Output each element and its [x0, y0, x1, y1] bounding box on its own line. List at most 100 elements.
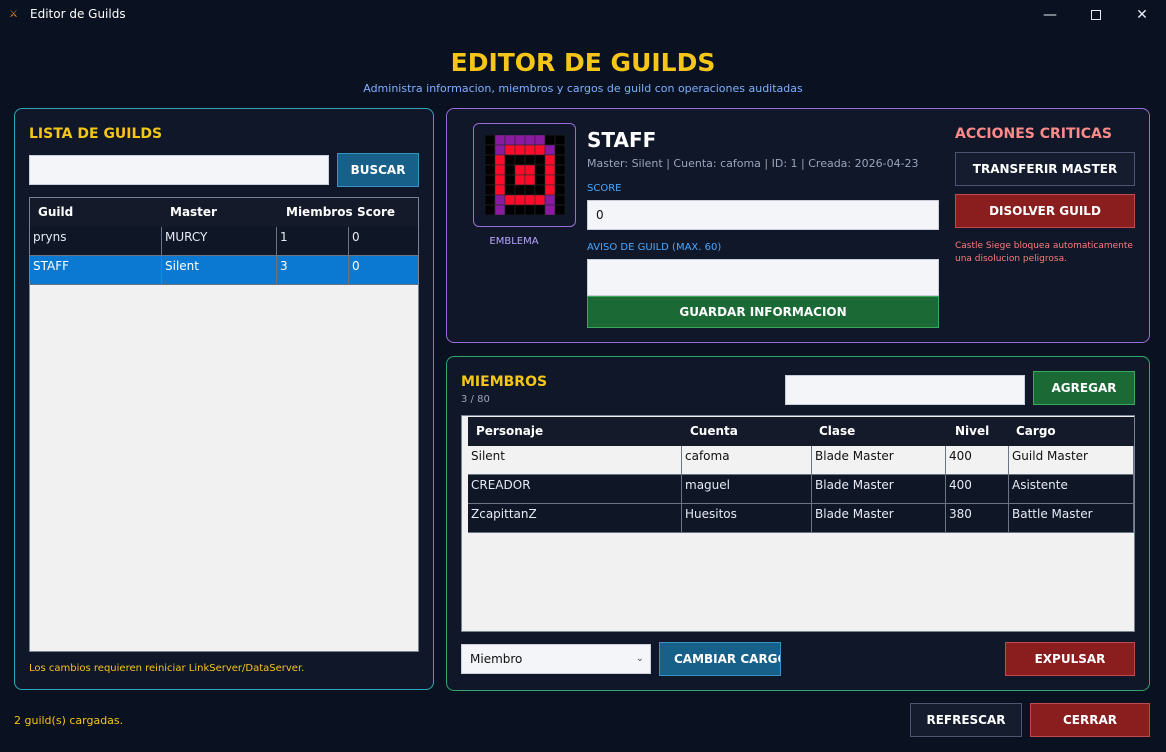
table-row-selected[interactable]: STAFF: [30, 256, 162, 285]
emblem-pixel: [534, 144, 546, 156]
search-button[interactable]: BUSCAR: [337, 153, 419, 187]
table-cell[interactable]: MURCY: [162, 227, 277, 256]
emblem-pixel: [554, 144, 565, 156]
emblem-pixel: [534, 184, 546, 196]
table-cell[interactable]: cafoma: [682, 446, 812, 475]
emblem-pixel: [485, 204, 496, 215]
emblem-pixel: [494, 135, 506, 146]
table-cell[interactable]: 400: [946, 446, 1009, 475]
score-input[interactable]: 0: [587, 200, 939, 230]
emblem-pixel: [544, 164, 556, 176]
table-cell[interactable]: 1: [277, 227, 349, 256]
transfer-master-button[interactable]: TRANSFERIR MASTER: [955, 152, 1135, 186]
emblem-pixel: [514, 135, 526, 146]
member-row[interactable]: CREADOR: [468, 475, 682, 504]
table-cell[interactable]: Asistente: [1009, 475, 1134, 504]
member-row[interactable]: Silent: [468, 446, 682, 475]
column-header-clase[interactable]: Clase: [819, 417, 856, 446]
members-table[interactable]: Personaje Cuenta Clase Nivel Cargo Silen…: [461, 415, 1135, 632]
refresh-button[interactable]: REFRESCAR: [910, 703, 1022, 737]
emblem-pixel: [514, 144, 526, 156]
app-icon: ⚔: [9, 9, 18, 20]
emblem-pixel: [504, 154, 516, 166]
emblem-pixel: [534, 154, 546, 166]
chevron-down-icon: ⌄: [635, 653, 644, 664]
emblem-pixel: [554, 194, 565, 206]
column-header-score[interactable]: Score: [357, 198, 396, 227]
table-cell[interactable]: Battle Master: [1009, 504, 1134, 533]
emblem-pixel: [485, 135, 496, 146]
column-header-master[interactable]: Master: [170, 198, 217, 227]
guild-table[interactable]: Guild Master Miembros Score pryns MURCY …: [29, 197, 419, 652]
role-select-value: Miembro: [470, 652, 523, 666]
close-window-button[interactable]: ✕: [1119, 0, 1165, 30]
table-cell[interactable]: 0: [349, 256, 418, 285]
column-header-miembros[interactable]: Miembros: [286, 198, 353, 227]
expel-button[interactable]: EXPULSAR: [1005, 642, 1135, 676]
maximize-button[interactable]: [1073, 0, 1119, 30]
member-row[interactable]: ZcapittanZ: [468, 504, 682, 533]
emblem-pixel: [554, 174, 565, 186]
guild-list-title: LISTA DE GUILDS: [29, 126, 163, 142]
emblem-pixel: [485, 164, 496, 176]
restart-note: Los cambios requieren reiniciar LinkServ…: [29, 663, 305, 674]
minimize-button[interactable]: —: [1027, 0, 1073, 30]
emblem-pixel: [534, 174, 546, 186]
emblem-pixel: [514, 164, 526, 176]
table-cell[interactable]: Blade Master: [812, 504, 946, 533]
emblem-pixel: [504, 194, 516, 206]
emblem-pixel: [504, 164, 516, 176]
change-role-button[interactable]: CAMBIAR CARGO: [659, 642, 781, 676]
emblem-pixel: [514, 184, 526, 196]
emblem-pixel: [504, 144, 516, 156]
emblem-pixel: [554, 164, 565, 176]
table-cell[interactable]: Guild Master: [1009, 446, 1134, 475]
dissolve-guild-button[interactable]: DISOLVER GUILD: [955, 194, 1135, 228]
emblem-pixel: [524, 154, 536, 166]
emblem-pixel: [494, 154, 506, 166]
table-cell[interactable]: 3: [277, 256, 349, 285]
guild-name: STAFF: [587, 128, 657, 152]
emblem-pixel: [494, 174, 506, 186]
guild-emblem: [485, 135, 565, 215]
column-header-nivel[interactable]: Nivel: [955, 417, 990, 446]
emblem-pixel: [504, 184, 516, 196]
status-text: 2 guild(s) cargadas.: [14, 714, 124, 727]
emblem-pixel: [485, 144, 496, 156]
save-info-button[interactable]: GUARDAR INFORMACION: [587, 296, 939, 328]
emblem-label: EMBLEMA: [489, 236, 539, 247]
table-row[interactable]: pryns: [30, 227, 162, 256]
table-cell[interactable]: 400: [946, 475, 1009, 504]
close-button[interactable]: CERRAR: [1030, 703, 1150, 737]
table-cell[interactable]: maguel: [682, 475, 812, 504]
add-member-button[interactable]: AGREGAR: [1033, 371, 1135, 405]
role-select[interactable]: Miembro ⌄: [461, 644, 651, 674]
notice-input[interactable]: [587, 259, 939, 296]
table-cell[interactable]: Blade Master: [812, 446, 946, 475]
emblem-pixel: [554, 154, 565, 166]
table-cell[interactable]: Huesitos: [682, 504, 812, 533]
emblem-pixel: [524, 164, 536, 176]
emblem-pixel: [524, 174, 536, 186]
title-bar: ⚔ Editor de Guilds — ✕: [0, 0, 1166, 30]
column-header-personaje[interactable]: Personaje: [476, 417, 544, 446]
emblem-pixel: [544, 144, 556, 156]
emblem-pixel: [524, 194, 536, 206]
emblem-pixel: [554, 184, 565, 196]
emblem-pixel: [524, 184, 536, 196]
table-cell[interactable]: 380: [946, 504, 1009, 533]
column-header-cuenta[interactable]: Cuenta: [690, 417, 738, 446]
column-header-guild[interactable]: Guild: [38, 198, 74, 227]
guild-meta: Master: Silent | Cuenta: cafoma | ID: 1 …: [587, 157, 919, 170]
column-header-cargo[interactable]: Cargo: [1016, 417, 1056, 446]
page-subtitle: Administra informacion, miembros y cargo…: [363, 82, 803, 95]
add-member-input[interactable]: [785, 375, 1025, 405]
table-cell[interactable]: Blade Master: [812, 475, 946, 504]
table-cell[interactable]: 0: [349, 227, 418, 256]
guild-search-input[interactable]: [29, 155, 329, 185]
page-title: EDITOR DE GUILDS: [450, 48, 716, 77]
maximize-icon: [1091, 10, 1101, 20]
members-title: MIEMBROS: [461, 374, 548, 390]
emblem-pixel: [514, 154, 526, 166]
table-cell[interactable]: Silent: [162, 256, 277, 285]
